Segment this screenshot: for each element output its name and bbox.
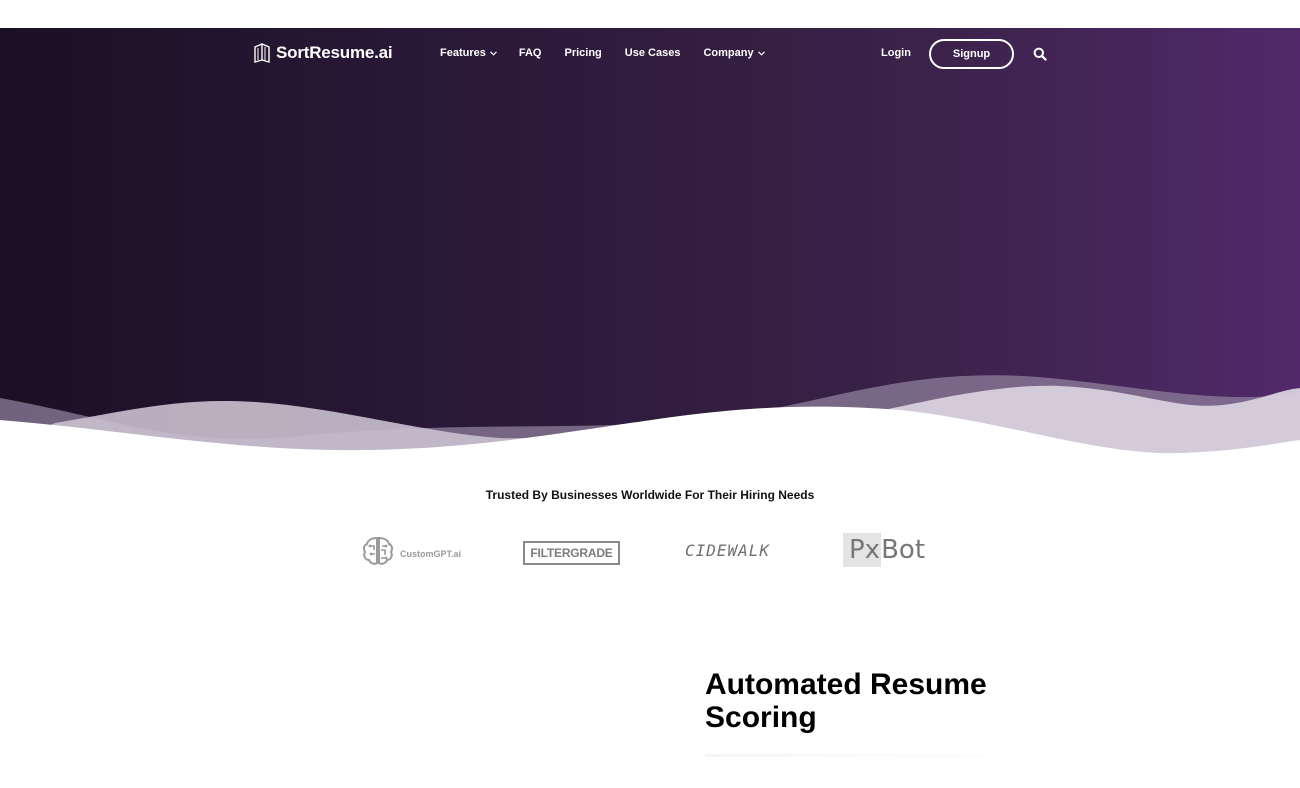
brand-pxbot-bot: Bot bbox=[881, 535, 926, 565]
nav-faq[interactable]: FAQ bbox=[519, 47, 542, 59]
hero-section: SortResume.ai Features FAQ Pricing Use C… bbox=[0, 28, 1300, 460]
feature-title-line2: Scoring bbox=[705, 701, 817, 734]
nav-use-cases[interactable]: Use Cases bbox=[625, 47, 681, 59]
page: SortResume.ai Features FAQ Pricing Use C… bbox=[0, 0, 1300, 788]
nav-links: Features FAQ Pricing Use Cases Company bbox=[440, 47, 765, 59]
login-link[interactable]: Login bbox=[881, 47, 911, 59]
top-strip bbox=[0, 0, 1300, 28]
hero-waves bbox=[0, 375, 1300, 460]
brain-icon bbox=[362, 535, 394, 572]
nav-company[interactable]: Company bbox=[703, 47, 765, 59]
trusted-heading: Trusted By Businesses Worldwide For Thei… bbox=[485, 488, 815, 502]
chevron-down-icon bbox=[489, 50, 497, 56]
search-icon[interactable] bbox=[1033, 47, 1047, 61]
brand-customgpt: CustomGPT.ai bbox=[362, 535, 461, 572]
feature-title-line1: Automated Resume bbox=[705, 668, 987, 701]
feature-divider bbox=[705, 754, 1045, 757]
logo-text: SortResume.ai bbox=[276, 43, 393, 62]
brand-cidewalk: CIDEWALK bbox=[685, 541, 771, 560]
nav-features-label: Features bbox=[440, 47, 486, 59]
nav-company-label: Company bbox=[703, 47, 754, 59]
nav-faq-label: FAQ bbox=[518, 47, 542, 59]
nav-features[interactable]: Features bbox=[440, 47, 497, 59]
signup-button[interactable]: Signup bbox=[929, 39, 1014, 69]
brand-filtergrade: FILTERGRADE bbox=[523, 541, 620, 565]
chevron-down-icon bbox=[757, 50, 765, 56]
brand-logos-row: CustomGPT.ai FILTERGRADE CIDEWALK Px Bot bbox=[0, 530, 1300, 574]
nav-pricing[interactable]: Pricing bbox=[564, 47, 601, 59]
top-navbar: SortResume.ai Features FAQ Pricing Use C… bbox=[0, 28, 1300, 80]
brand-customgpt-name: CustomGPT.ai bbox=[400, 548, 462, 559]
nav-pricing-label: Pricing bbox=[564, 47, 602, 59]
feature-title: Automated Resume Scoring bbox=[705, 668, 1065, 734]
site-logo[interactable]: SortResume.ai bbox=[254, 43, 393, 63]
logo-icon bbox=[254, 43, 272, 63]
nav-use-cases-label: Use Cases bbox=[624, 47, 681, 59]
brand-pxbot: Px Bot bbox=[843, 533, 925, 567]
brand-pxbot-px: Px bbox=[843, 533, 882, 567]
